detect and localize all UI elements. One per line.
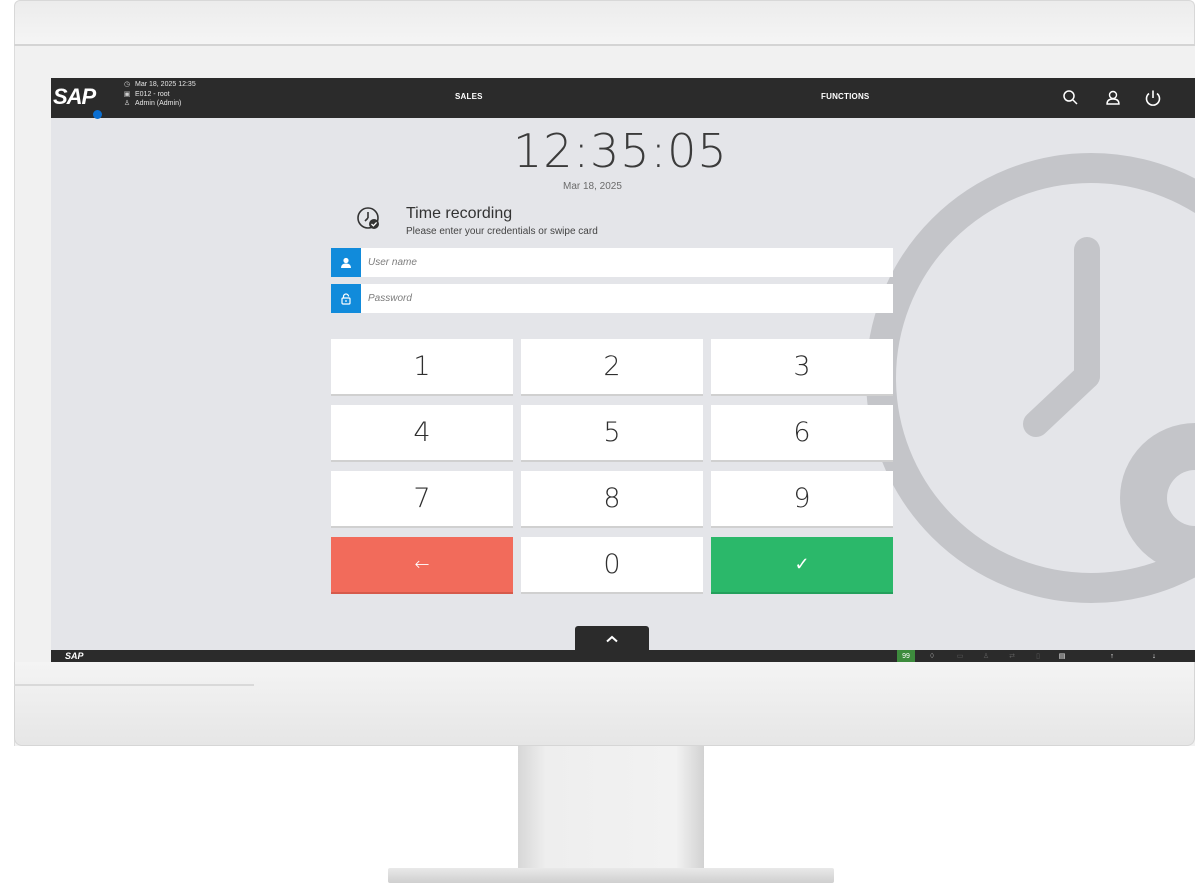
keypad-key-6[interactable]: 6	[711, 405, 893, 462]
keypad-backspace-button[interactable]: ←	[331, 537, 513, 594]
session-store-row: ▣ E012 - root	[123, 90, 196, 100]
monitor-stand-base	[388, 868, 834, 883]
keypad-key-8[interactable]: 8	[521, 471, 703, 528]
sap-logo: SAP	[53, 84, 113, 119]
session-info: ◷ Mar 18, 2025 12:35 ▣ E012 - root ♙ Adm…	[123, 80, 196, 109]
chevron-up-icon	[606, 635, 618, 643]
session-datetime: Mar 18, 2025 12:35	[135, 81, 196, 88]
username-field[interactable]	[331, 248, 893, 277]
keypad-key-5[interactable]: 5	[521, 405, 703, 462]
username-input[interactable]	[361, 248, 893, 277]
monitor-chin	[14, 662, 1195, 746]
keypad-key-2[interactable]: 2	[521, 339, 703, 396]
cash-drawer-icon: ⇄	[1009, 653, 1015, 660]
sap-footer-logo: SAP	[65, 651, 84, 661]
session-store: E012 - root	[135, 90, 170, 98]
keypad-key-3[interactable]: 3	[711, 339, 893, 396]
keypad-key-1[interactable]: 1	[331, 339, 513, 396]
scale-icon: ♙	[982, 653, 990, 660]
bell-icon[interactable]: ♢	[925, 650, 939, 662]
pos-screen: SAP ◷ Mar 18, 2025 12:35 ▣ E012 - root ♙…	[51, 78, 1195, 662]
keypad-key-4[interactable]: 4	[331, 405, 513, 462]
monitor-frame: SAP ◷ Mar 18, 2025 12:35 ▣ E012 - root ♙…	[0, 0, 1195, 883]
nav-sales[interactable]: SALES	[455, 92, 483, 101]
password-field[interactable]	[331, 284, 893, 313]
password-input[interactable]	[361, 284, 893, 313]
nav-functions[interactable]: FUNCTIONS	[821, 92, 869, 101]
notification-count-badge[interactable]: 99	[897, 650, 915, 662]
bottom-status-bar: SAP 99 ♢ ▭ ♙ ⇄ ▯ ▤ ↑ ↓	[51, 650, 1195, 662]
password-lock-icon	[331, 284, 361, 313]
username-person-icon	[331, 248, 361, 277]
clock-date: Mar 18, 2025	[563, 181, 622, 192]
expand-panel-button[interactable]	[575, 626, 649, 652]
keypad-key-0[interactable]: 0	[521, 537, 703, 594]
monitor-top-bezel	[14, 0, 1195, 50]
user-icon: ♙	[123, 100, 131, 107]
top-bar: SAP ◷ Mar 18, 2025 12:35 ▣ E012 - root ♙…	[51, 78, 1195, 119]
arrow-up-icon[interactable]: ↑	[1105, 650, 1119, 662]
clock-icon: ◷	[123, 81, 131, 88]
printer-icon: ▭	[956, 653, 964, 660]
time-recording-title: Time recording	[406, 205, 513, 222]
store-icon: ▣	[123, 90, 131, 98]
clock-time: 12:35:05	[513, 124, 728, 178]
session-datetime-row: ◷ Mar 18, 2025 12:35	[123, 80, 196, 90]
monitor-chin-line	[14, 684, 254, 686]
sap-logo-text: SAP	[53, 84, 96, 109]
power-icon[interactable]	[1143, 88, 1163, 108]
keypad-confirm-button[interactable]: ✓	[711, 537, 893, 594]
time-recording-subtitle: Please enter your credentials or swipe c…	[406, 226, 598, 237]
keypad-key-7[interactable]: 7	[331, 471, 513, 528]
time-recording-icon	[357, 207, 379, 229]
monitor-stand-neck	[518, 746, 704, 870]
session-user: Admin (Admin)	[135, 100, 182, 107]
display-icon: ▯	[1036, 653, 1040, 660]
keypad-key-9[interactable]: 9	[711, 471, 893, 528]
sap-logo-dot	[93, 110, 102, 119]
database-icon[interactable]: ▤	[1055, 650, 1069, 662]
arrow-down-icon[interactable]: ↓	[1147, 650, 1161, 662]
session-user-row: ♙ Admin (Admin)	[123, 99, 196, 109]
search-icon[interactable]	[1061, 88, 1081, 108]
user-profile-icon[interactable]	[1103, 88, 1123, 108]
